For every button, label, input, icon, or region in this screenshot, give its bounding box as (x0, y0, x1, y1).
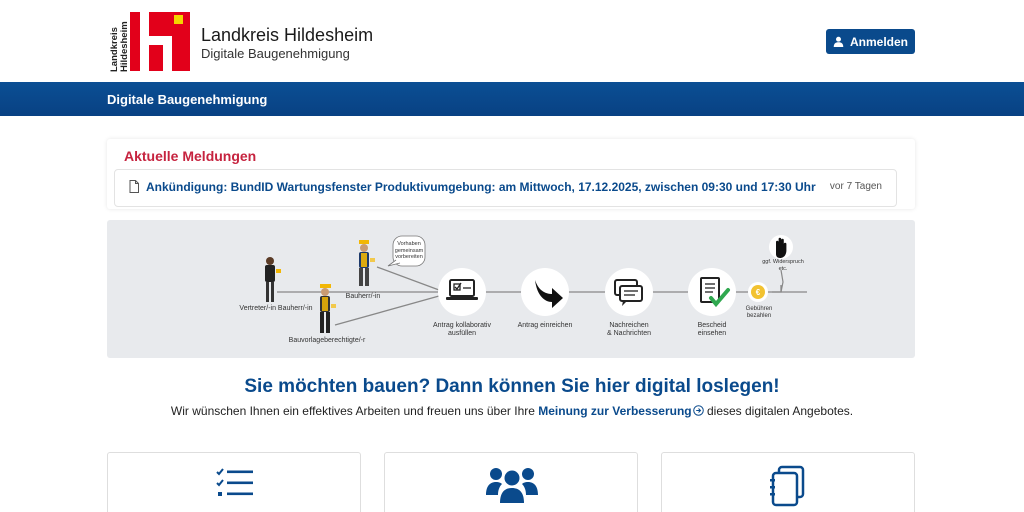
label-bauvorlage: Bauvorlageberechtigte/-r (288, 337, 366, 344)
nav-title[interactable]: Digitale Baugenehmigung (107, 92, 267, 107)
news-item-link[interactable]: Ankündigung: BundID Wartungsfenster Prod… (146, 180, 816, 194)
step4-line1: Bescheid (697, 322, 727, 329)
step1-line2: ausfüllen (447, 330, 477, 337)
label-step3: Nachreichen & Nachrichten (584, 322, 674, 338)
process-diagram-graphic: € (265, 235, 807, 333)
documents-icon (770, 465, 805, 507)
label-bauherr: Bauherr/-in (345, 293, 381, 300)
feedback-link[interactable]: Meinung zur Verbesserung (538, 404, 691, 418)
intro-text: Wir wünschen Ihnen ein effektives Arbeit… (0, 404, 1024, 418)
process-diagram: € Vertreter/-in Bauherr/-in Bauherr/-in … (107, 220, 915, 358)
brand-subtitle: Digitale Baugenehmigung (201, 46, 350, 61)
label-step1: Antrag kollaborativ ausfüllen (417, 322, 507, 338)
step3-line1: Nachreichen (609, 322, 649, 329)
stop-hand-icon (769, 235, 793, 259)
label-fee: Gebühren bezahlen (733, 306, 785, 320)
card-checklist[interactable] (107, 452, 361, 512)
label-vertreter: Vertreter/-in Bauherr/-in (239, 305, 313, 312)
news-heading: Aktuelle Meldungen (124, 148, 257, 164)
news-panel: Aktuelle Meldungen Ankündigung: BundID W… (107, 139, 915, 209)
person-bauherr-icon (359, 240, 375, 286)
document-icon (129, 180, 139, 193)
step1-line1: Antrag kollaborativ (433, 322, 491, 329)
user-icon (833, 36, 844, 47)
page-headline: Sie möchten bauen? Dann können Sie hier … (244, 376, 780, 397)
card-documents[interactable] (661, 452, 915, 512)
users-group-icon (486, 468, 538, 503)
login-button[interactable]: Anmelden (826, 29, 915, 54)
bubble-line3: vorbereiten (395, 254, 423, 260)
label-objection: ggf. Widerspruch etc. (753, 259, 813, 272)
feedback-link-label: Meinung zur Verbesserung (538, 404, 692, 418)
news-item[interactable]: Ankündigung: BundID Wartungsfenster Prod… (114, 169, 897, 207)
brand-text: Landkreis Hildesheim Digitale Baugenehmi… (201, 24, 373, 62)
checklist-icon (216, 468, 253, 496)
label-step4: Bescheid einsehen (667, 322, 757, 338)
landkreis-logo[interactable]: Landkreis Hildesheim (108, 12, 190, 72)
fee-line1: Gebühren (745, 306, 773, 312)
news-item-age: vor 7 Tagen (829, 181, 882, 192)
intro-text-after: dieses digitalen Angebotes. (706, 404, 854, 418)
objection-line2: etc. (778, 265, 788, 272)
logo-h-mark (130, 12, 190, 71)
step4-line2: einsehen (697, 330, 727, 337)
arrow-circle-right-icon[interactable] (692, 405, 704, 416)
bubble-text: Vorhaben gemeinsam vorbereiten (392, 241, 426, 261)
label-step2: Antrag einreichen (517, 322, 573, 329)
site-header: Landkreis Hildesheim Landkreis Hildeshei… (0, 0, 1024, 82)
card-users[interactable] (384, 452, 638, 512)
login-label: Anmelden (849, 34, 908, 49)
nav-band: Digitale Baugenehmigung (0, 82, 1024, 116)
person-vertreter-icon (265, 257, 281, 302)
brand-title: Landkreis Hildesheim (201, 25, 374, 45)
intro-text-before: Wir wünschen Ihnen ein effektives Arbeit… (170, 404, 535, 418)
step3-line2: & Nachrichten (607, 330, 651, 337)
svg-text:€: € (756, 288, 761, 297)
coin-icon: € (748, 282, 768, 302)
fee-line2: bezahlen (746, 313, 772, 319)
